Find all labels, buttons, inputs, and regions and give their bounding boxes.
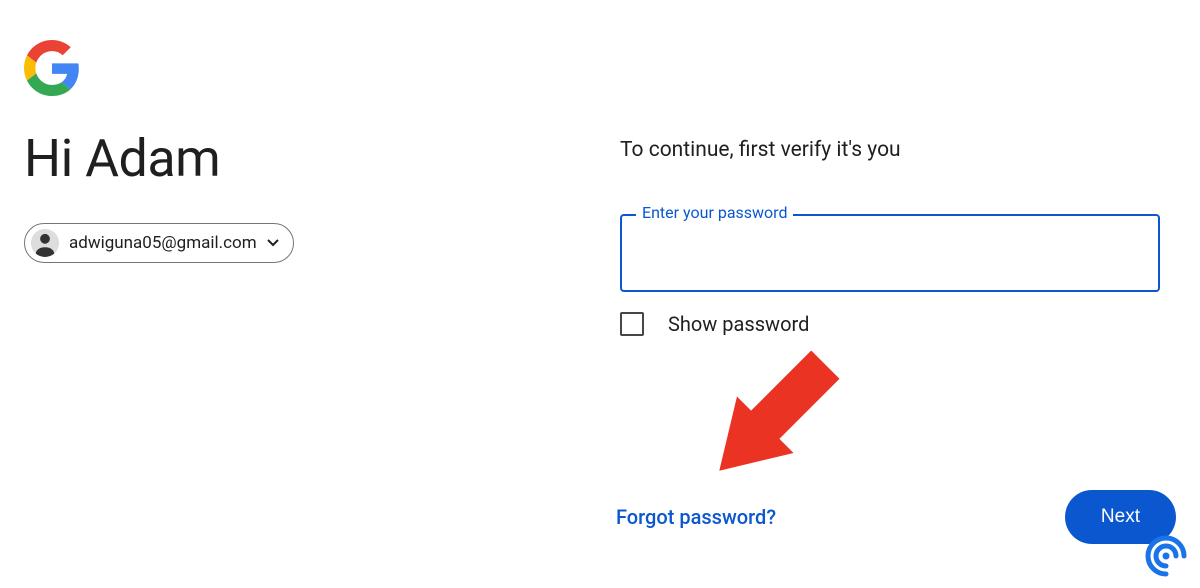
password-label: Enter your password [636, 203, 793, 222]
instruction-text: To continue, first verify it's you [620, 138, 1176, 162]
chevron-down-icon [267, 239, 279, 247]
show-password-label: Show password [668, 312, 809, 336]
show-password-checkbox[interactable] [620, 312, 644, 336]
greeting-heading: Hi Adam [24, 128, 580, 189]
password-field-container: Enter your password [620, 214, 1160, 292]
password-input[interactable] [620, 214, 1160, 292]
account-email-label: adwiguna05@gmail.com [69, 233, 257, 253]
forgot-password-link[interactable]: Forgot password? [616, 505, 776, 529]
avatar-icon [31, 229, 59, 257]
account-selector-chip[interactable]: adwiguna05@gmail.com [24, 223, 294, 263]
watermark-icon [1144, 534, 1188, 582]
google-logo-icon [24, 40, 580, 100]
